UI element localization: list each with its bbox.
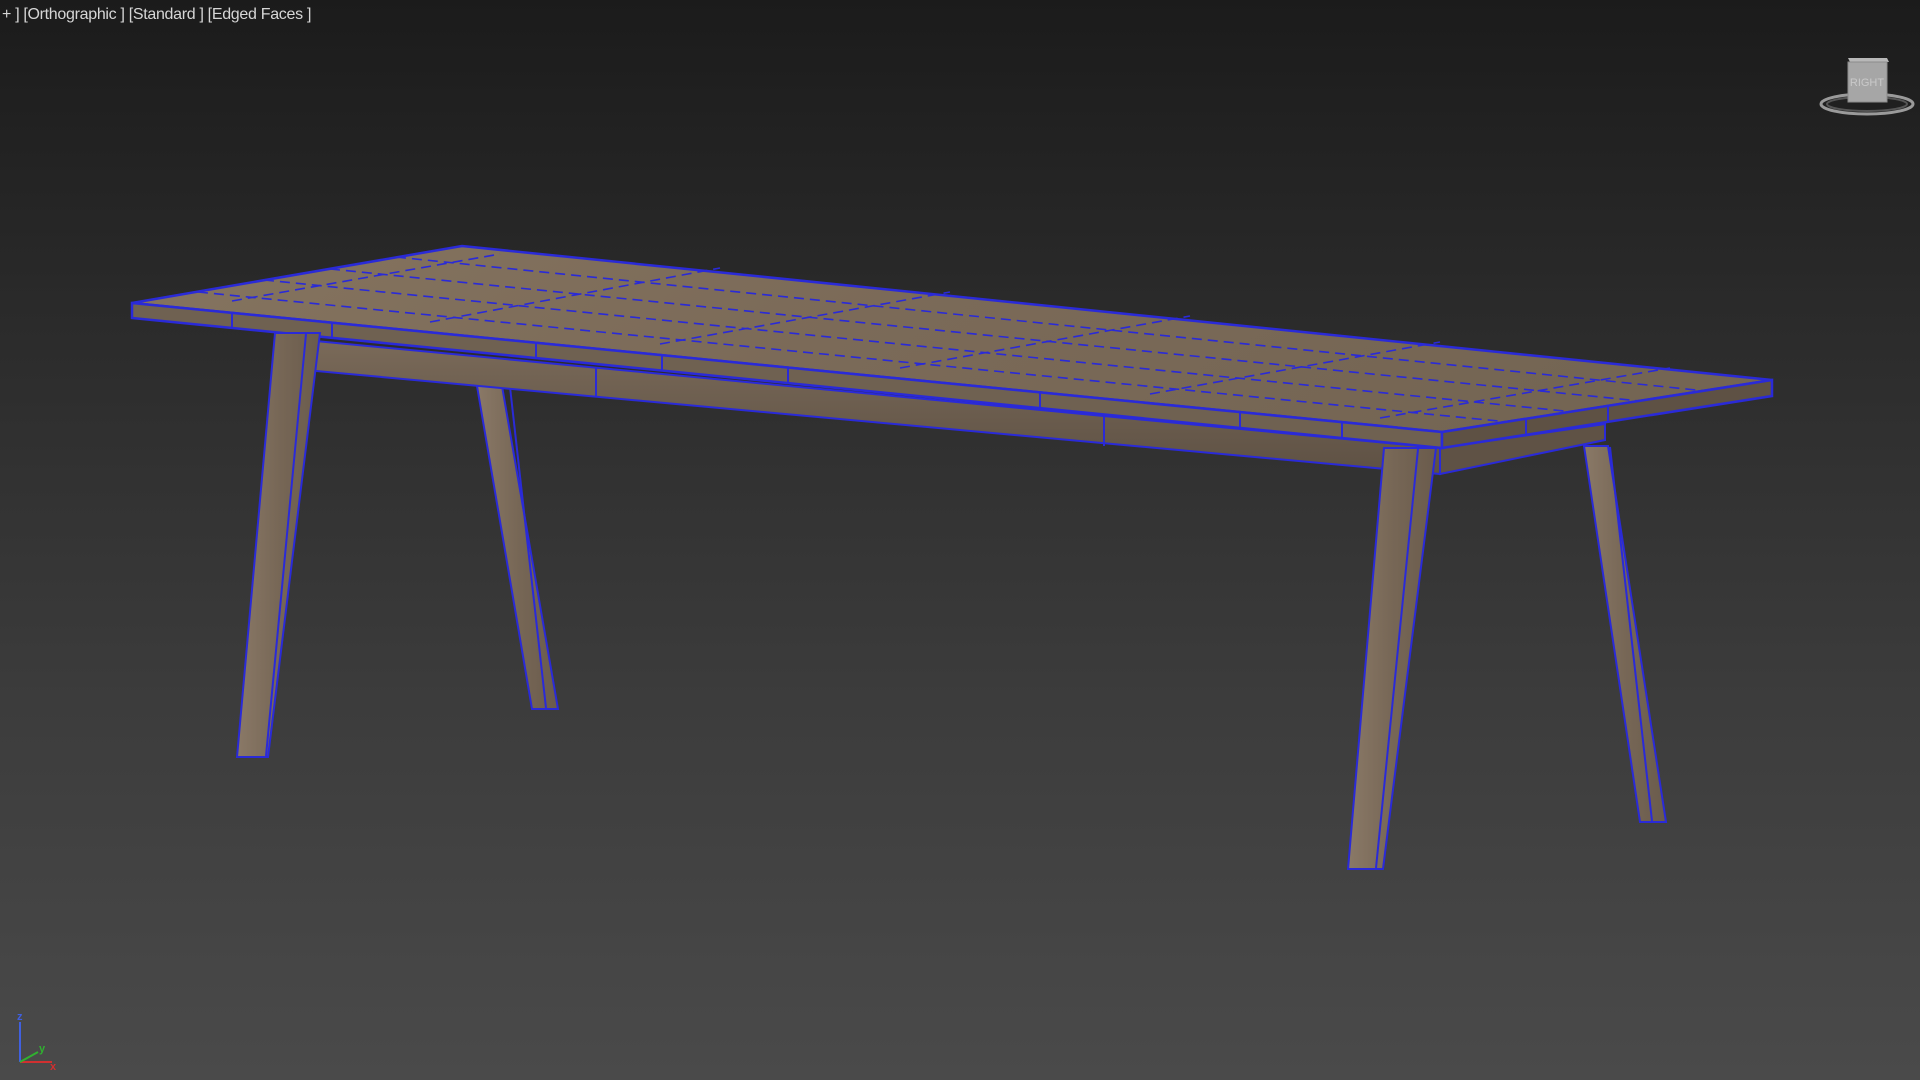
table-leg-back-left[interactable] [475,385,560,710]
table-leg-front-right[interactable] [1346,447,1438,870]
table-leg-back-right[interactable] [1582,445,1668,823]
axis-z-label: z [17,1011,23,1023]
viewcube-icon[interactable]: RIGHT [1815,48,1915,123]
axis-y-label: y [39,1043,46,1055]
table-mesh[interactable] [0,0,1920,1080]
axis-tripod-icon: z x y [17,1011,57,1072]
table-leg-front-left[interactable] [235,332,322,758]
viewport-perspective[interactable]: + ] [Orthographic ] [Standard ] [Edged F… [0,0,1920,1080]
viewcube-face-label: RIGHT [1850,77,1885,89]
axis-x-label: x [50,1061,57,1072]
